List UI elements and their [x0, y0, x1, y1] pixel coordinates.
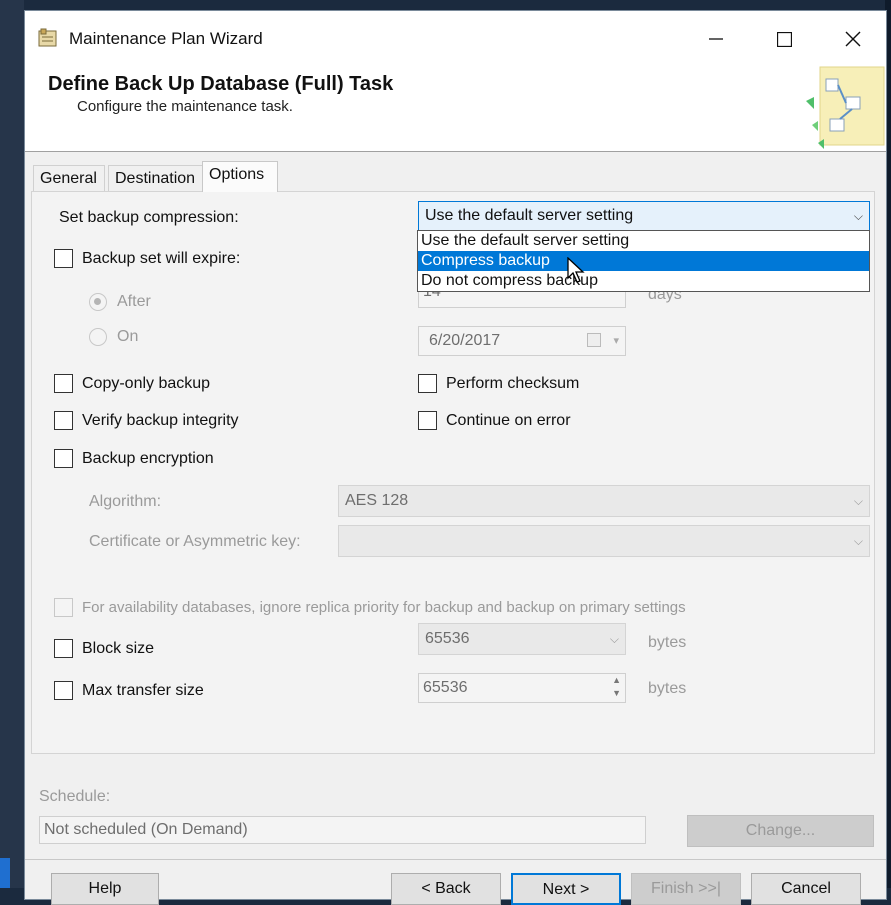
- checksum-label: Perform checksum: [446, 375, 580, 392]
- expire-date-picker: 6/20/2017 ▾: [418, 326, 626, 356]
- finish-button: Finish >>|: [631, 873, 741, 905]
- cancel-button[interactable]: Cancel: [751, 873, 861, 905]
- wizard-app-icon: [38, 28, 57, 47]
- after-label: After: [117, 293, 151, 310]
- schedule-label: Schedule:: [39, 788, 111, 805]
- maximize-icon: [776, 31, 792, 47]
- block-size-unit-label: bytes: [648, 634, 687, 651]
- continue-on-error-checkbox[interactable]: [418, 411, 437, 430]
- mouse-cursor-icon: [567, 257, 585, 283]
- copy-only-label: Copy-only backup: [82, 375, 211, 392]
- on-label: On: [117, 328, 139, 345]
- compression-dropdown-list: Use the default server setting Compress …: [417, 230, 870, 292]
- tab-options[interactable]: Options: [202, 161, 278, 192]
- algorithm-combo: AES 128 ⌵: [338, 485, 870, 517]
- change-schedule-button: Change...: [687, 815, 874, 847]
- page-title: Define Back Up Database (Full) Task: [48, 73, 394, 95]
- max-transfer-unit-label: bytes: [648, 680, 687, 697]
- tab-general[interactable]: General: [33, 165, 105, 192]
- calendar-icon: [587, 333, 601, 347]
- block-size-label: Block size: [82, 640, 155, 657]
- after-radio[interactable]: [89, 293, 107, 311]
- help-button[interactable]: Help: [51, 873, 159, 905]
- algorithm-value: AES 128: [345, 492, 409, 509]
- chevron-down-icon: ⌵: [609, 632, 619, 646]
- desktop-background-left: [0, 0, 24, 888]
- copy-only-checkbox[interactable]: [54, 374, 73, 393]
- title-bar: Maintenance Plan Wizard: [25, 11, 886, 55]
- minimize-icon: [709, 38, 723, 40]
- compression-label: Set backup compression:: [59, 209, 239, 226]
- footer-divider: [25, 859, 886, 860]
- wizard-window: Maintenance Plan Wizard Define Back Up D…: [24, 10, 887, 905]
- on-radio[interactable]: [89, 328, 107, 346]
- certificate-label: Certificate or Asymmetric key:: [89, 533, 301, 550]
- chevron-down-icon: ▾: [613, 335, 619, 347]
- block-size-checkbox[interactable]: [54, 639, 73, 658]
- checksum-checkbox[interactable]: [418, 374, 437, 393]
- spin-arrows-icon: ▲ ▼: [612, 675, 621, 698]
- max-transfer-checkbox[interactable]: [54, 681, 73, 700]
- chevron-down-icon: ⌵: [853, 209, 863, 223]
- minimize-button[interactable]: [694, 23, 738, 55]
- block-size-value: 65536: [425, 630, 470, 647]
- chevron-down-icon: ⌵: [853, 534, 863, 548]
- max-transfer-label: Max transfer size: [82, 682, 204, 699]
- block-size-combo: 65536 ⌵: [418, 623, 626, 655]
- continue-on-error-label: Continue on error: [446, 412, 571, 429]
- encryption-label: Backup encryption: [82, 450, 214, 467]
- verify-checkbox[interactable]: [54, 411, 73, 430]
- availability-label: For availability databases, ignore repli…: [82, 599, 686, 616]
- dropdown-option-compress[interactable]: Compress backup: [418, 251, 869, 271]
- maximize-button[interactable]: [762, 23, 806, 55]
- expire-label: Backup set will expire:: [82, 250, 241, 267]
- close-icon: [845, 31, 861, 47]
- next-button[interactable]: Next >: [511, 873, 621, 905]
- wizard-header: Define Back Up Database (Full) Task Conf…: [25, 55, 886, 152]
- dropdown-option-default[interactable]: Use the default server setting: [418, 231, 869, 251]
- encryption-checkbox[interactable]: [54, 449, 73, 468]
- chevron-down-icon: ⌵: [853, 494, 863, 508]
- certificate-combo: ⌵: [338, 525, 870, 557]
- wizard-banner-icon: [806, 66, 885, 149]
- schedule-field: Not scheduled (On Demand): [39, 816, 646, 844]
- expire-date-value: 6/20/2017: [429, 332, 501, 349]
- back-button[interactable]: < Back: [391, 873, 501, 905]
- taskbar-edge: [0, 858, 10, 888]
- verify-label: Verify backup integrity: [82, 412, 239, 429]
- max-transfer-stepper: 65536 ▲ ▼: [418, 673, 626, 703]
- close-button[interactable]: [831, 23, 875, 55]
- availability-checkbox: [54, 598, 73, 617]
- max-transfer-value: 65536: [423, 679, 468, 696]
- tab-destination[interactable]: Destination: [108, 165, 203, 192]
- window-title: Maintenance Plan Wizard: [69, 29, 263, 48]
- compression-combo[interactable]: Use the default server setting ⌵: [418, 201, 870, 231]
- page-subtitle: Configure the maintenance task.: [77, 98, 293, 115]
- expire-checkbox[interactable]: [54, 249, 73, 268]
- dropdown-option-no-compress[interactable]: Do not compress backup: [418, 271, 869, 291]
- compression-selected-value: Use the default server setting: [425, 207, 634, 224]
- algorithm-label: Algorithm:: [89, 493, 162, 510]
